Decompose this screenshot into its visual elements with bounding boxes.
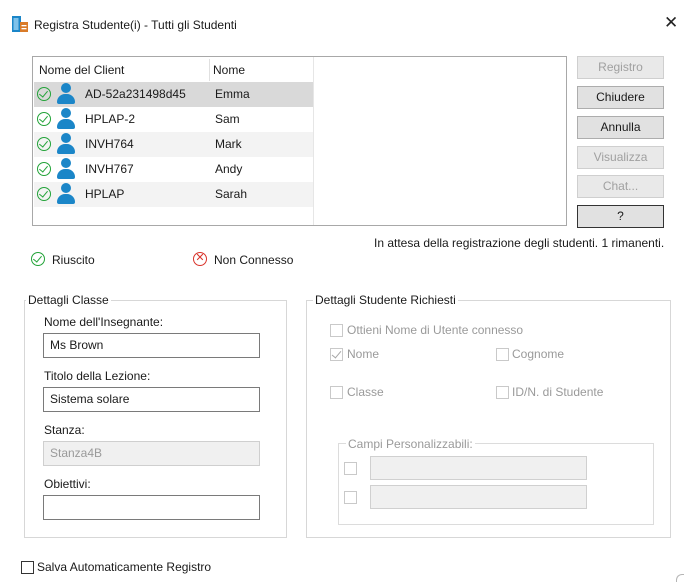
autosave-checkbox[interactable]: [21, 561, 34, 574]
legend-not-connected-label: Non Connesso: [214, 253, 294, 267]
list-item[interactable]: HPLAP-2 Sam: [34, 107, 313, 132]
close-button[interactable]: Chiudere: [577, 86, 664, 109]
custom-field-1-input[interactable]: [370, 456, 587, 480]
custom-fields-title: Campi Personalizzabili:: [346, 437, 475, 451]
list-item[interactable]: HPLAP Sarah: [34, 182, 313, 207]
student-details-title: Dettagli Studente Richiesti: [313, 293, 458, 307]
close-icon[interactable]: ✕: [664, 14, 678, 31]
register-button[interactable]: Registro: [577, 56, 664, 79]
list-item[interactable]: INVH767 Andy: [34, 157, 313, 182]
window-title: Registra Studente(i) - Tutti gli Student…: [34, 18, 237, 32]
class-label: Classe: [347, 385, 384, 399]
check-circle-icon: [37, 87, 51, 101]
room-field[interactable]: Stanza4B: [43, 441, 260, 466]
column-header-client[interactable]: Nome del Client: [39, 63, 124, 77]
first-name-label: Nome: [347, 347, 380, 361]
check-circle-icon: [37, 162, 51, 176]
class-checkbox[interactable]: [330, 386, 343, 399]
autosave-label: Salva Automaticamente Registro: [37, 560, 212, 574]
teacher-label: Nome dell'Insegnante:: [44, 315, 164, 329]
help-button[interactable]: ?: [577, 205, 664, 228]
custom-field-2-input[interactable]: [370, 485, 587, 509]
person-icon: [56, 108, 76, 130]
list-column-divider: [313, 57, 314, 225]
logged-user-label: Ottieni Nome di Utente connesso: [347, 323, 524, 337]
logged-user-checkbox[interactable]: [330, 324, 343, 337]
last-name-label: Cognome: [512, 347, 565, 361]
last-name-checkbox[interactable]: [496, 348, 509, 361]
client-name: INVH764: [85, 137, 134, 151]
person-icon: [56, 133, 76, 155]
teacher-name-field[interactable]: Ms Brown: [43, 333, 260, 358]
client-name: HPLAP-2: [85, 112, 136, 126]
student-list[interactable]: Nome del Client Nome AD-52a231498d45 Emm…: [32, 56, 567, 226]
check-circle-icon: [37, 187, 51, 201]
custom-field-2-checkbox[interactable]: [344, 491, 357, 504]
person-icon: [56, 158, 76, 180]
check-circle-icon: [31, 252, 45, 266]
room-label: Stanza:: [44, 423, 85, 437]
objectives-label: Obiettivi:: [44, 477, 91, 491]
resize-grip[interactable]: [676, 574, 684, 582]
custom-field-1-checkbox[interactable]: [344, 462, 357, 475]
client-name: INVH767: [85, 162, 134, 176]
client-name: HPLAP: [85, 187, 125, 201]
register-app-icon: [12, 16, 28, 32]
status-message: In attesa della registrazione degli stud…: [374, 236, 665, 250]
student-name: Mark: [215, 137, 242, 151]
cancel-button[interactable]: Annulla: [577, 116, 664, 139]
lesson-title-field[interactable]: Sistema solare: [43, 387, 260, 412]
legend-success-label: Riuscito: [52, 253, 95, 267]
student-name: Sam: [215, 112, 240, 126]
objectives-field[interactable]: [43, 495, 260, 520]
first-name-checkbox[interactable]: [330, 348, 343, 361]
lesson-label: Titolo della Lezione:: [44, 369, 151, 383]
check-circle-icon: [37, 112, 51, 126]
person-icon: [56, 183, 76, 205]
person-icon: [56, 83, 76, 105]
student-name: Sarah: [215, 187, 248, 201]
check-circle-icon: [37, 137, 51, 151]
x-circle-icon: ✕: [193, 252, 207, 266]
student-id-checkbox[interactable]: [496, 386, 509, 399]
chat-button[interactable]: Chat...: [577, 175, 664, 198]
header-separator[interactable]: [209, 59, 210, 81]
student-name: Emma: [215, 87, 250, 101]
client-name: AD-52a231498d45: [85, 87, 186, 101]
list-item[interactable]: INVH764 Mark: [34, 132, 313, 157]
view-button[interactable]: Visualizza: [577, 146, 664, 169]
column-header-name[interactable]: Nome: [213, 63, 245, 77]
list-item[interactable]: AD-52a231498d45 Emma: [34, 82, 313, 107]
student-id-label: ID/N. di Studente: [512, 385, 604, 399]
student-name: Andy: [215, 162, 243, 176]
class-details-title: Dettagli Classe: [26, 293, 111, 307]
